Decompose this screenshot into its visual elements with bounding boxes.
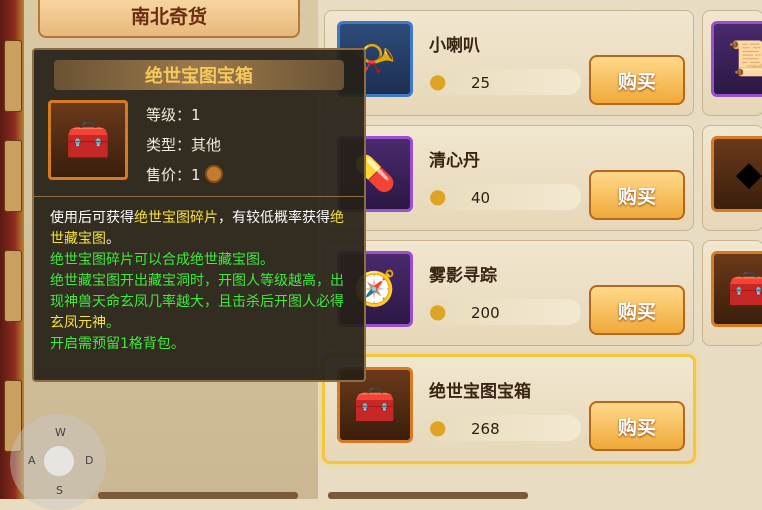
left-side-tabs	[0, 0, 24, 499]
buy-button[interactable]: 购买	[589, 170, 685, 220]
map-scroll-icon: 📜	[711, 21, 762, 97]
tooltip-title: 绝世宝图宝箱	[54, 60, 344, 90]
category-tab-nanbeiqihuo[interactable]: 南北奇货	[38, 0, 300, 38]
desc-green: 开启需预留1格背包。	[50, 336, 185, 352]
tooltip-type: 类型：其他	[146, 134, 221, 155]
price-bar	[429, 184, 581, 210]
item-name: 小喇叭	[429, 36, 480, 56]
treasure-chest-icon: 🧰	[711, 251, 762, 327]
bottom-bar	[328, 492, 528, 499]
side-tab[interactable]	[4, 140, 22, 212]
tooltip-description: 使用后可获得绝世宝图碎片，有较低概率获得绝世藏宝图。 绝世宝图碎片可以合成绝世藏…	[50, 208, 350, 355]
tooltip-price: 售价：1	[146, 164, 223, 185]
item-tooltip: 绝世宝图宝箱 🧰 等级：1 类型：其他 售价：1 使用后可获得绝世宝图碎片，有较…	[32, 48, 366, 382]
type-value: 其他	[191, 136, 222, 154]
side-tab[interactable]	[4, 40, 22, 112]
desc-green: 绝世宝图碎片可以合成绝世藏宝图。	[50, 252, 274, 268]
token-icon: ◆	[711, 136, 762, 212]
price-bar	[429, 69, 581, 95]
item-price: 268	[471, 420, 500, 438]
shop-item-card-partial[interactable]: 🧰	[702, 240, 762, 346]
item-name: 绝世宝图宝箱	[429, 382, 531, 402]
item-price: 40	[471, 189, 491, 207]
level-label: 等级：	[146, 106, 192, 124]
level-value: 1	[191, 106, 201, 124]
item-name: 清心丹	[429, 151, 480, 171]
desc-text: ，有较低概率获得	[218, 210, 330, 226]
desc-highlight: 玄凤元神	[50, 315, 106, 331]
item-price: 200	[471, 304, 500, 322]
tooltip-level: 等级：1	[146, 104, 201, 125]
divider	[34, 196, 364, 197]
copper-coin-icon	[204, 165, 223, 183]
treasure-chest-icon: 🧰	[48, 100, 128, 180]
item-name: 雾影寻踪	[429, 266, 497, 286]
shop-item-card-partial[interactable]: ◆	[702, 125, 762, 231]
desc-highlight: 绝世宝图碎片	[134, 210, 218, 226]
desc-text: 。	[106, 231, 120, 247]
gold-ingot-icon: ●	[429, 299, 447, 323]
buy-button[interactable]: 购买	[589, 401, 685, 451]
type-label: 类型：	[146, 136, 192, 154]
joystick-up-key: W	[55, 426, 66, 439]
desc-green: 绝世藏宝图开出藏宝洞时，开图人等级越高，出现神兽天命玄凤几率越大，且击杀后开图人…	[50, 273, 344, 310]
joystick-knob[interactable]	[44, 446, 74, 476]
virtual-joystick[interactable]: W A D S	[10, 414, 106, 510]
gold-ingot-icon: ●	[429, 415, 447, 439]
bottom-bar	[98, 492, 298, 499]
price-label: 售价：	[146, 166, 192, 184]
joystick-right-key: D	[85, 454, 94, 467]
item-price: 25	[471, 74, 491, 92]
side-tab[interactable]	[4, 250, 22, 322]
desc-green: 。	[106, 315, 120, 331]
joystick-down-key: S	[56, 484, 63, 497]
price-bar	[429, 415, 581, 441]
joystick-left-key: A	[28, 454, 36, 467]
shop-item-card-selected[interactable]: 🧰 绝世宝图宝箱 ● 268 购买	[322, 354, 696, 464]
buy-button[interactable]: 购买	[589, 55, 685, 105]
price-value: 1	[191, 166, 201, 184]
gold-ingot-icon: ●	[429, 69, 447, 93]
price-bar	[429, 299, 581, 325]
buy-button[interactable]: 购买	[589, 285, 685, 335]
gold-ingot-icon: ●	[429, 184, 447, 208]
shop-item-card-partial[interactable]: 📜	[702, 10, 762, 116]
shop-item-card[interactable]: 🧭 雾影寻踪 ● 200 购买	[324, 240, 694, 346]
shop-item-card[interactable]: 📯 小喇叭 ● 25 购买	[324, 10, 694, 116]
shop-item-card[interactable]: 💊 清心丹 ● 40 购买	[324, 125, 694, 231]
desc-text: 使用后可获得	[50, 210, 134, 226]
